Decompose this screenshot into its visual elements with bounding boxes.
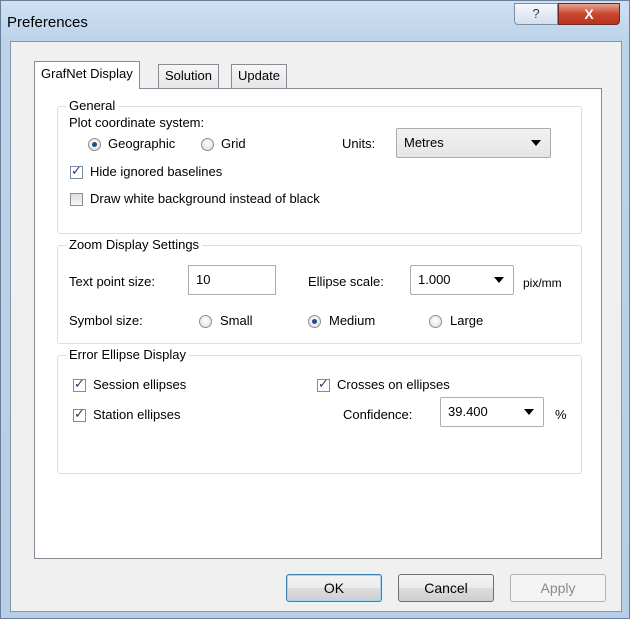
units-dropdown[interactable]: Metres bbox=[396, 128, 551, 158]
grid-radio[interactable] bbox=[201, 138, 214, 151]
error-ellipse-legend: Error Ellipse Display bbox=[66, 347, 190, 362]
ellipse-scale-label: Ellipse scale: bbox=[308, 274, 384, 289]
units-value: Metres bbox=[404, 135, 444, 150]
medium-radio[interactable] bbox=[308, 315, 321, 328]
white-background-label[interactable]: Draw white background instead of black bbox=[90, 191, 320, 206]
apply-button[interactable]: Apply bbox=[510, 574, 606, 602]
station-ellipses-checkbox[interactable] bbox=[73, 407, 86, 422]
help-button[interactable]: ? bbox=[514, 3, 558, 25]
confidence-combo[interactable]: 39.400 bbox=[440, 397, 544, 427]
tab-update[interactable]: Update bbox=[231, 64, 287, 88]
confidence-unit: % bbox=[555, 407, 567, 422]
tab-solution[interactable]: Solution bbox=[158, 64, 219, 88]
geographic-radio[interactable] bbox=[88, 138, 101, 151]
error-ellipse-group: Error Ellipse Display Session ellipses S… bbox=[57, 347, 582, 474]
ellipse-scale-value: 1.000 bbox=[418, 272, 451, 287]
symbol-size-label: Symbol size: bbox=[69, 313, 143, 328]
tab-grafnet-display[interactable]: GrafNet Display bbox=[34, 61, 140, 89]
confidence-value: 39.400 bbox=[448, 404, 488, 419]
crosses-on-ellipses-label[interactable]: Crosses on ellipses bbox=[337, 377, 450, 392]
hide-baselines-label[interactable]: Hide ignored baselines bbox=[90, 164, 222, 179]
general-legend: General bbox=[66, 98, 119, 113]
text-point-size-input[interactable]: 10 bbox=[188, 265, 276, 295]
large-radio[interactable] bbox=[429, 315, 442, 328]
plot-coordinate-label: Plot coordinate system: bbox=[69, 115, 205, 130]
ok-button[interactable]: OK bbox=[286, 574, 382, 602]
grid-label[interactable]: Grid bbox=[221, 136, 246, 151]
small-label[interactable]: Small bbox=[220, 313, 253, 328]
station-ellipses-label[interactable]: Station ellipses bbox=[93, 407, 180, 422]
units-label: Units: bbox=[342, 136, 376, 151]
ellipse-scale-combo[interactable]: 1.000 bbox=[410, 265, 514, 295]
dialog-client-area: GrafNet Display Solution Update General … bbox=[10, 41, 622, 612]
text-point-size-label: Text point size: bbox=[69, 274, 155, 289]
zoom-display-legend: Zoom Display Settings bbox=[66, 237, 203, 252]
cancel-button[interactable]: Cancel bbox=[398, 574, 494, 602]
zoom-display-group: Zoom Display Settings Text point size: 1… bbox=[57, 237, 582, 344]
large-label[interactable]: Large bbox=[450, 313, 483, 328]
tab-panel-grafnet-display: General Plot coordinate system: Geograph… bbox=[34, 88, 602, 559]
hide-baselines-checkbox[interactable] bbox=[70, 164, 83, 179]
medium-label[interactable]: Medium bbox=[329, 313, 375, 328]
geographic-label[interactable]: Geographic bbox=[108, 136, 175, 151]
close-button[interactable]: X bbox=[558, 3, 620, 25]
general-group: General Plot coordinate system: Geograph… bbox=[57, 98, 582, 234]
preferences-window: Preferences ? X GrafNet Display Solution… bbox=[0, 0, 630, 619]
confidence-label: Confidence: bbox=[343, 407, 413, 422]
session-ellipses-label[interactable]: Session ellipses bbox=[93, 377, 186, 392]
chevron-down-icon bbox=[531, 140, 541, 146]
chevron-down-icon bbox=[524, 409, 534, 415]
white-background-checkbox[interactable] bbox=[70, 193, 83, 206]
session-ellipses-checkbox[interactable] bbox=[73, 377, 86, 392]
help-icon: ? bbox=[532, 6, 540, 21]
small-radio[interactable] bbox=[199, 315, 212, 328]
ellipse-scale-unit: pix/mm bbox=[523, 276, 562, 290]
close-icon: X bbox=[584, 6, 594, 22]
title-bar[interactable]: Preferences ? X bbox=[1, 1, 629, 41]
window-title: Preferences bbox=[7, 14, 88, 31]
chevron-down-icon bbox=[494, 277, 504, 283]
crosses-on-ellipses-checkbox[interactable] bbox=[317, 377, 330, 392]
